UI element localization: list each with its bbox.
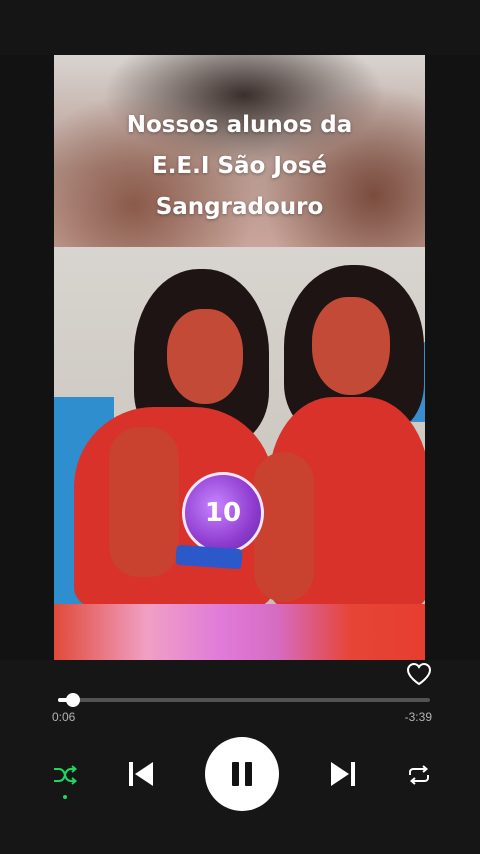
elapsed-time: 0:06: [52, 710, 76, 724]
trophy-number: 10: [204, 498, 242, 528]
girl-left-arm: [109, 427, 179, 577]
like-button[interactable]: [404, 660, 434, 688]
progress-knob[interactable]: [65, 693, 80, 707]
girl-left-face: [167, 309, 243, 404]
progress-bar[interactable]: [58, 693, 430, 707]
next-button[interactable]: [326, 757, 360, 791]
canvas-caption: Nossos alunos da E.E.I São José Sangrado…: [54, 105, 425, 228]
pause-icon: [232, 762, 252, 786]
shuffle-icon: [54, 765, 78, 785]
blurred-background-bottom: [54, 604, 425, 660]
skip-previous-icon: [129, 762, 153, 786]
caption-line-1: Nossos alunos da: [126, 112, 353, 138]
heart-outline-icon: [406, 662, 432, 686]
shuffle-button[interactable]: [50, 760, 80, 790]
repeat-icon: [409, 765, 429, 785]
previous-button[interactable]: [124, 757, 158, 791]
status-bar: [0, 0, 480, 55]
repeat-button[interactable]: [404, 760, 434, 790]
girl-right-face: [312, 297, 390, 395]
shuffle-active-dot: [63, 795, 67, 799]
caption-line-2: E.E.I São José: [151, 153, 327, 179]
canvas-photo: 10: [54, 247, 425, 604]
pause-button[interactable]: [205, 737, 279, 811]
caption-line-3: Sangradouro: [155, 194, 324, 220]
trophy: 10: [182, 472, 264, 554]
remaining-time: -3:39: [404, 710, 432, 724]
skip-next-icon: [331, 762, 355, 786]
girl-right-arm: [254, 452, 314, 602]
canvas-video: Nossos alunos da E.E.I São José Sangrado…: [54, 55, 425, 660]
